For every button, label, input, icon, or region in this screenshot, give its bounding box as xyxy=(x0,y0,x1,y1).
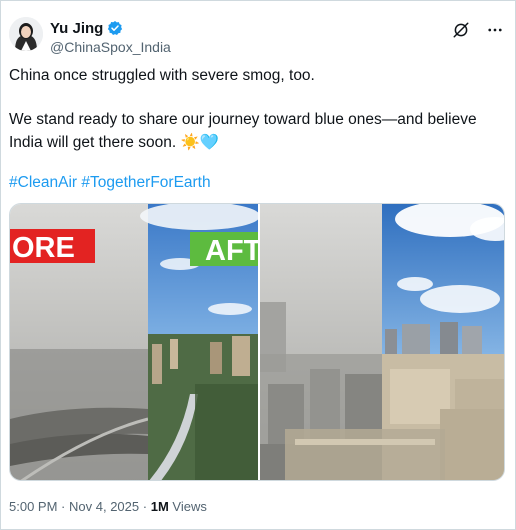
after-label: AFT xyxy=(205,235,262,267)
after-panel-left: AFT xyxy=(140,204,262,480)
meta-separator-1: · xyxy=(61,499,66,514)
tweet-text: China once struggled with severe smog, t… xyxy=(9,65,505,154)
before-label: ORE xyxy=(12,232,75,264)
author-display-name[interactable]: Yu Jing xyxy=(50,20,103,37)
hashtag-togetherforearth[interactable]: #TogetherForEarth xyxy=(81,174,210,191)
tweet-line-1: China once struggled with severe smog, t… xyxy=(9,67,315,84)
avatar[interactable] xyxy=(9,17,43,51)
sun-emoji: ☀️ xyxy=(180,133,200,151)
tweet-time[interactable]: 5:00 PM xyxy=(9,499,57,514)
tweet-meta: 5:00 PM · Nov 4, 2025 · 1M Views xyxy=(9,499,207,514)
verified-badge-icon xyxy=(107,20,123,36)
grok-icon[interactable] xyxy=(451,20,471,40)
author-handle[interactable]: @ChinaSpox_India xyxy=(50,39,171,55)
more-icon[interactable] xyxy=(485,20,505,40)
hashtag-cleanair[interactable]: #CleanAir xyxy=(9,174,77,191)
header-actions xyxy=(451,20,505,40)
blue-heart-emoji: 🩵 xyxy=(199,133,220,151)
tweet-date[interactable]: Nov 4, 2025 xyxy=(69,499,139,514)
media-image[interactable]: ORE AFT xyxy=(9,203,505,481)
views-count: 1M xyxy=(150,499,169,514)
tweet-line-2-text: We stand ready to share our journey towa… xyxy=(9,111,477,151)
tweet-line-2: We stand ready to share our journey towa… xyxy=(9,109,505,154)
meta-separator-2: · xyxy=(142,499,148,514)
tweet-header: Yu Jing @ChinaSpox_India xyxy=(9,15,509,57)
tweet-card: Yu Jing @ChinaSpox_India China once stru… xyxy=(0,0,516,530)
hashtags: #CleanAir #TogetherForEarth xyxy=(9,172,211,194)
views-label: Views xyxy=(172,499,207,514)
before-panel-left: ORE xyxy=(10,204,149,480)
author-names: Yu Jing @ChinaSpox_India xyxy=(50,19,171,56)
